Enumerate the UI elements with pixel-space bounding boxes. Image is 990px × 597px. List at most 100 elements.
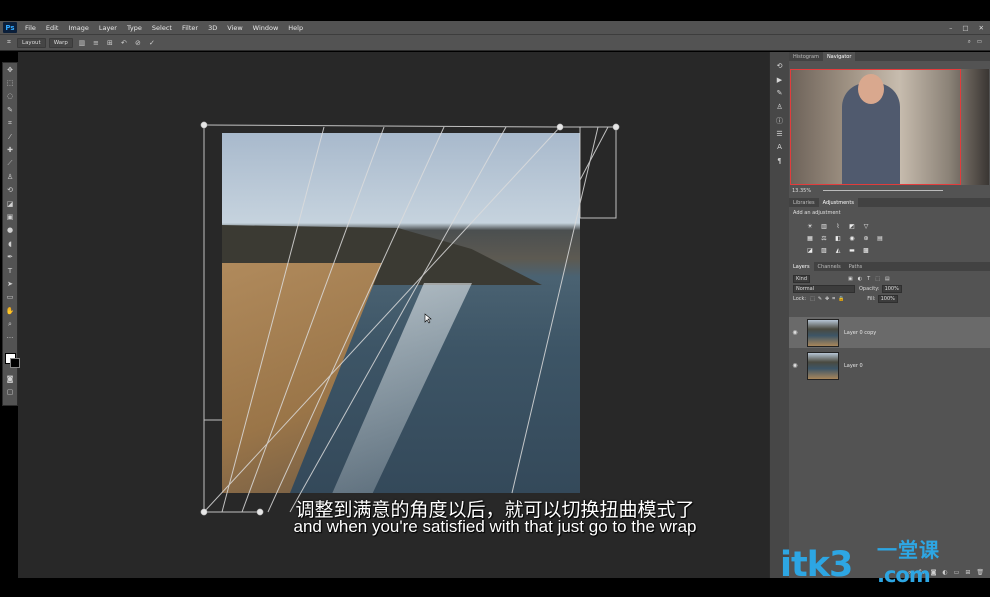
filter-adjust-icon[interactable]: ◐ <box>858 276 862 282</box>
gradient-tool-icon[interactable]: ▣ <box>3 210 17 223</box>
menu-edit[interactable]: Edit <box>41 24 64 32</box>
blur-tool-icon[interactable]: ● <box>3 224 17 237</box>
tab-layers[interactable]: Layers <box>789 262 814 271</box>
close-icon[interactable]: ✕ <box>979 24 984 32</box>
filter-type-icon[interactable]: T <box>867 276 870 282</box>
vibrance-icon[interactable]: ▽ <box>861 222 871 230</box>
navigator-zoom-value[interactable]: 13.35% <box>792 188 811 194</box>
info-icon[interactable]: ⓘ <box>776 116 783 130</box>
zoom-tool-icon[interactable]: ⌕ <box>3 317 17 330</box>
kind-filter-select[interactable]: Kind <box>793 275 811 283</box>
lasso-tool-icon[interactable]: ◌ <box>3 90 17 103</box>
more-tools-icon[interactable]: ··· <box>3 331 17 344</box>
navigator-view-box[interactable] <box>790 69 961 185</box>
marquee-tool-icon[interactable]: ⬚ <box>3 76 17 89</box>
exposure-icon[interactable]: ◩ <box>847 222 857 230</box>
menu-layer[interactable]: Layer <box>94 24 122 32</box>
tab-channels[interactable]: Channels <box>814 262 845 271</box>
tab-histogram[interactable]: Histogram <box>789 52 823 61</box>
color-balance-icon[interactable]: ⚖ <box>819 234 829 242</box>
eye-icon[interactable]: ◉ <box>789 362 801 369</box>
history-icon[interactable]: ⟲ <box>777 62 783 76</box>
layer-name[interactable]: Layer 0 copy <box>844 330 876 336</box>
navigator-preview[interactable] <box>790 69 989 185</box>
properties-icon[interactable]: ☰ <box>776 130 782 144</box>
adjustment-layer-icon[interactable]: ◐ <box>942 569 947 576</box>
threshold-icon[interactable]: ◭ <box>833 246 843 254</box>
mask-icon[interactable]: ◙ <box>931 569 937 576</box>
filter-shape-icon[interactable]: ⬚ <box>875 276 880 282</box>
filter-smart-icon[interactable]: ▤ <box>885 276 890 282</box>
tab-adjustments[interactable]: Adjustments <box>818 198 858 207</box>
character-icon[interactable]: A <box>777 143 782 157</box>
eye-icon[interactable]: ◉ <box>789 329 801 336</box>
minimize-icon[interactable]: – <box>949 24 952 32</box>
tab-paths[interactable]: Paths <box>845 262 867 271</box>
curves-icon[interactable]: ⌇ <box>833 222 843 230</box>
photo-filter-icon[interactable]: ◉ <box>847 234 857 242</box>
channel-mixer-icon[interactable]: ⊛ <box>861 234 871 242</box>
layout-button[interactable]: Layout <box>17 37 46 48</box>
cancel-transform-icon[interactable]: ⊘ <box>133 39 143 47</box>
maximize-icon[interactable]: □ <box>962 24 968 32</box>
commit-transform-icon[interactable]: ✓ <box>147 39 157 47</box>
layer-name[interactable]: Layer 0 <box>844 363 863 369</box>
canvas-photo[interactable] <box>222 133 580 493</box>
menu-type[interactable]: Type <box>122 24 147 32</box>
fill-input[interactable]: 100% <box>877 295 898 303</box>
actions-icon[interactable]: ▶ <box>777 76 782 90</box>
brightness-icon[interactable]: ☀ <box>805 222 815 230</box>
group-icon[interactable]: ▭ <box>954 569 960 576</box>
opacity-input[interactable]: 100% <box>881 285 902 293</box>
stamp-tool-icon[interactable]: ♙ <box>3 170 17 183</box>
brush-tool-icon[interactable]: ⟋ <box>3 157 17 170</box>
type-tool-icon[interactable]: T <box>3 264 17 277</box>
path-select-icon[interactable]: ➤ <box>3 277 17 290</box>
crop-tool-icon[interactable]: ⌗ <box>3 117 17 130</box>
color-lookup-icon[interactable]: ▤ <box>875 234 885 242</box>
menu-window[interactable]: Window <box>248 24 284 32</box>
menu-help[interactable]: Help <box>283 24 308 32</box>
reset-icon[interactable]: ↶ <box>119 39 129 47</box>
filter-pixel-icon[interactable]: ▣ <box>848 276 853 282</box>
grid-icon[interactable]: ▥ <box>77 39 87 47</box>
menu-file[interactable]: File <box>20 24 41 32</box>
warp-button[interactable]: Warp <box>48 37 73 48</box>
lock-icons[interactable]: ⬚✎✥⌗🔒 <box>810 296 847 302</box>
eraser-tool-icon[interactable]: ◪ <box>3 197 17 210</box>
layer-row-base[interactable]: ◉ Layer 0 <box>789 350 990 381</box>
layer-row-copy[interactable]: ◉ Layer 0 copy <box>789 317 990 348</box>
menu-filter[interactable]: Filter <box>177 24 203 32</box>
pen-tool-icon[interactable]: ✒ <box>3 250 17 263</box>
trash-icon[interactable]: 🗑 <box>976 569 984 576</box>
new-layer-icon[interactable]: ⊞ <box>965 569 970 576</box>
menu-view[interactable]: View <box>222 24 247 32</box>
paragraph-icon[interactable]: ¶ <box>777 157 781 171</box>
clone-source-icon[interactable]: ♙ <box>776 103 782 117</box>
move-tool-icon[interactable]: ✥ <box>3 63 17 76</box>
posterize-icon[interactable]: ▨ <box>819 246 829 254</box>
hand-tool-icon[interactable]: ✋ <box>3 304 17 317</box>
navigator-zoom-slider[interactable] <box>823 190 944 191</box>
lines-icon[interactable]: ≡ <box>91 39 101 47</box>
levels-icon[interactable]: ▥ <box>819 222 829 230</box>
split-icon[interactable]: ⊞ <box>105 39 115 47</box>
dodge-tool-icon[interactable]: ◖ <box>3 237 17 250</box>
healing-tool-icon[interactable]: ✚ <box>3 143 17 156</box>
blend-mode-select[interactable]: Normal <box>793 285 855 293</box>
eyedropper-tool-icon[interactable]: ⁄ <box>3 130 17 143</box>
color-swatch-icon[interactable] <box>3 344 20 372</box>
shape-tool-icon[interactable]: ▭ <box>3 291 17 304</box>
workspace-icon[interactable]: ▭ <box>977 39 982 46</box>
history-brush-icon[interactable]: ⟲ <box>3 184 17 197</box>
search-icon[interactable]: ⌕ <box>968 39 971 46</box>
quick-select-tool-icon[interactable]: ✎ <box>3 103 17 116</box>
gradient-map-icon[interactable]: ▬ <box>847 246 857 254</box>
menu-select[interactable]: Select <box>147 24 177 32</box>
tab-libraries[interactable]: Libraries <box>789 198 819 207</box>
menu-3d[interactable]: 3D <box>203 24 222 32</box>
selective-color-icon[interactable]: ▩ <box>861 246 871 254</box>
hue-sat-icon[interactable]: ▦ <box>805 234 815 242</box>
invert-icon[interactable]: ◪ <box>805 246 815 254</box>
brush-settings-icon[interactable]: ✎ <box>777 89 783 103</box>
